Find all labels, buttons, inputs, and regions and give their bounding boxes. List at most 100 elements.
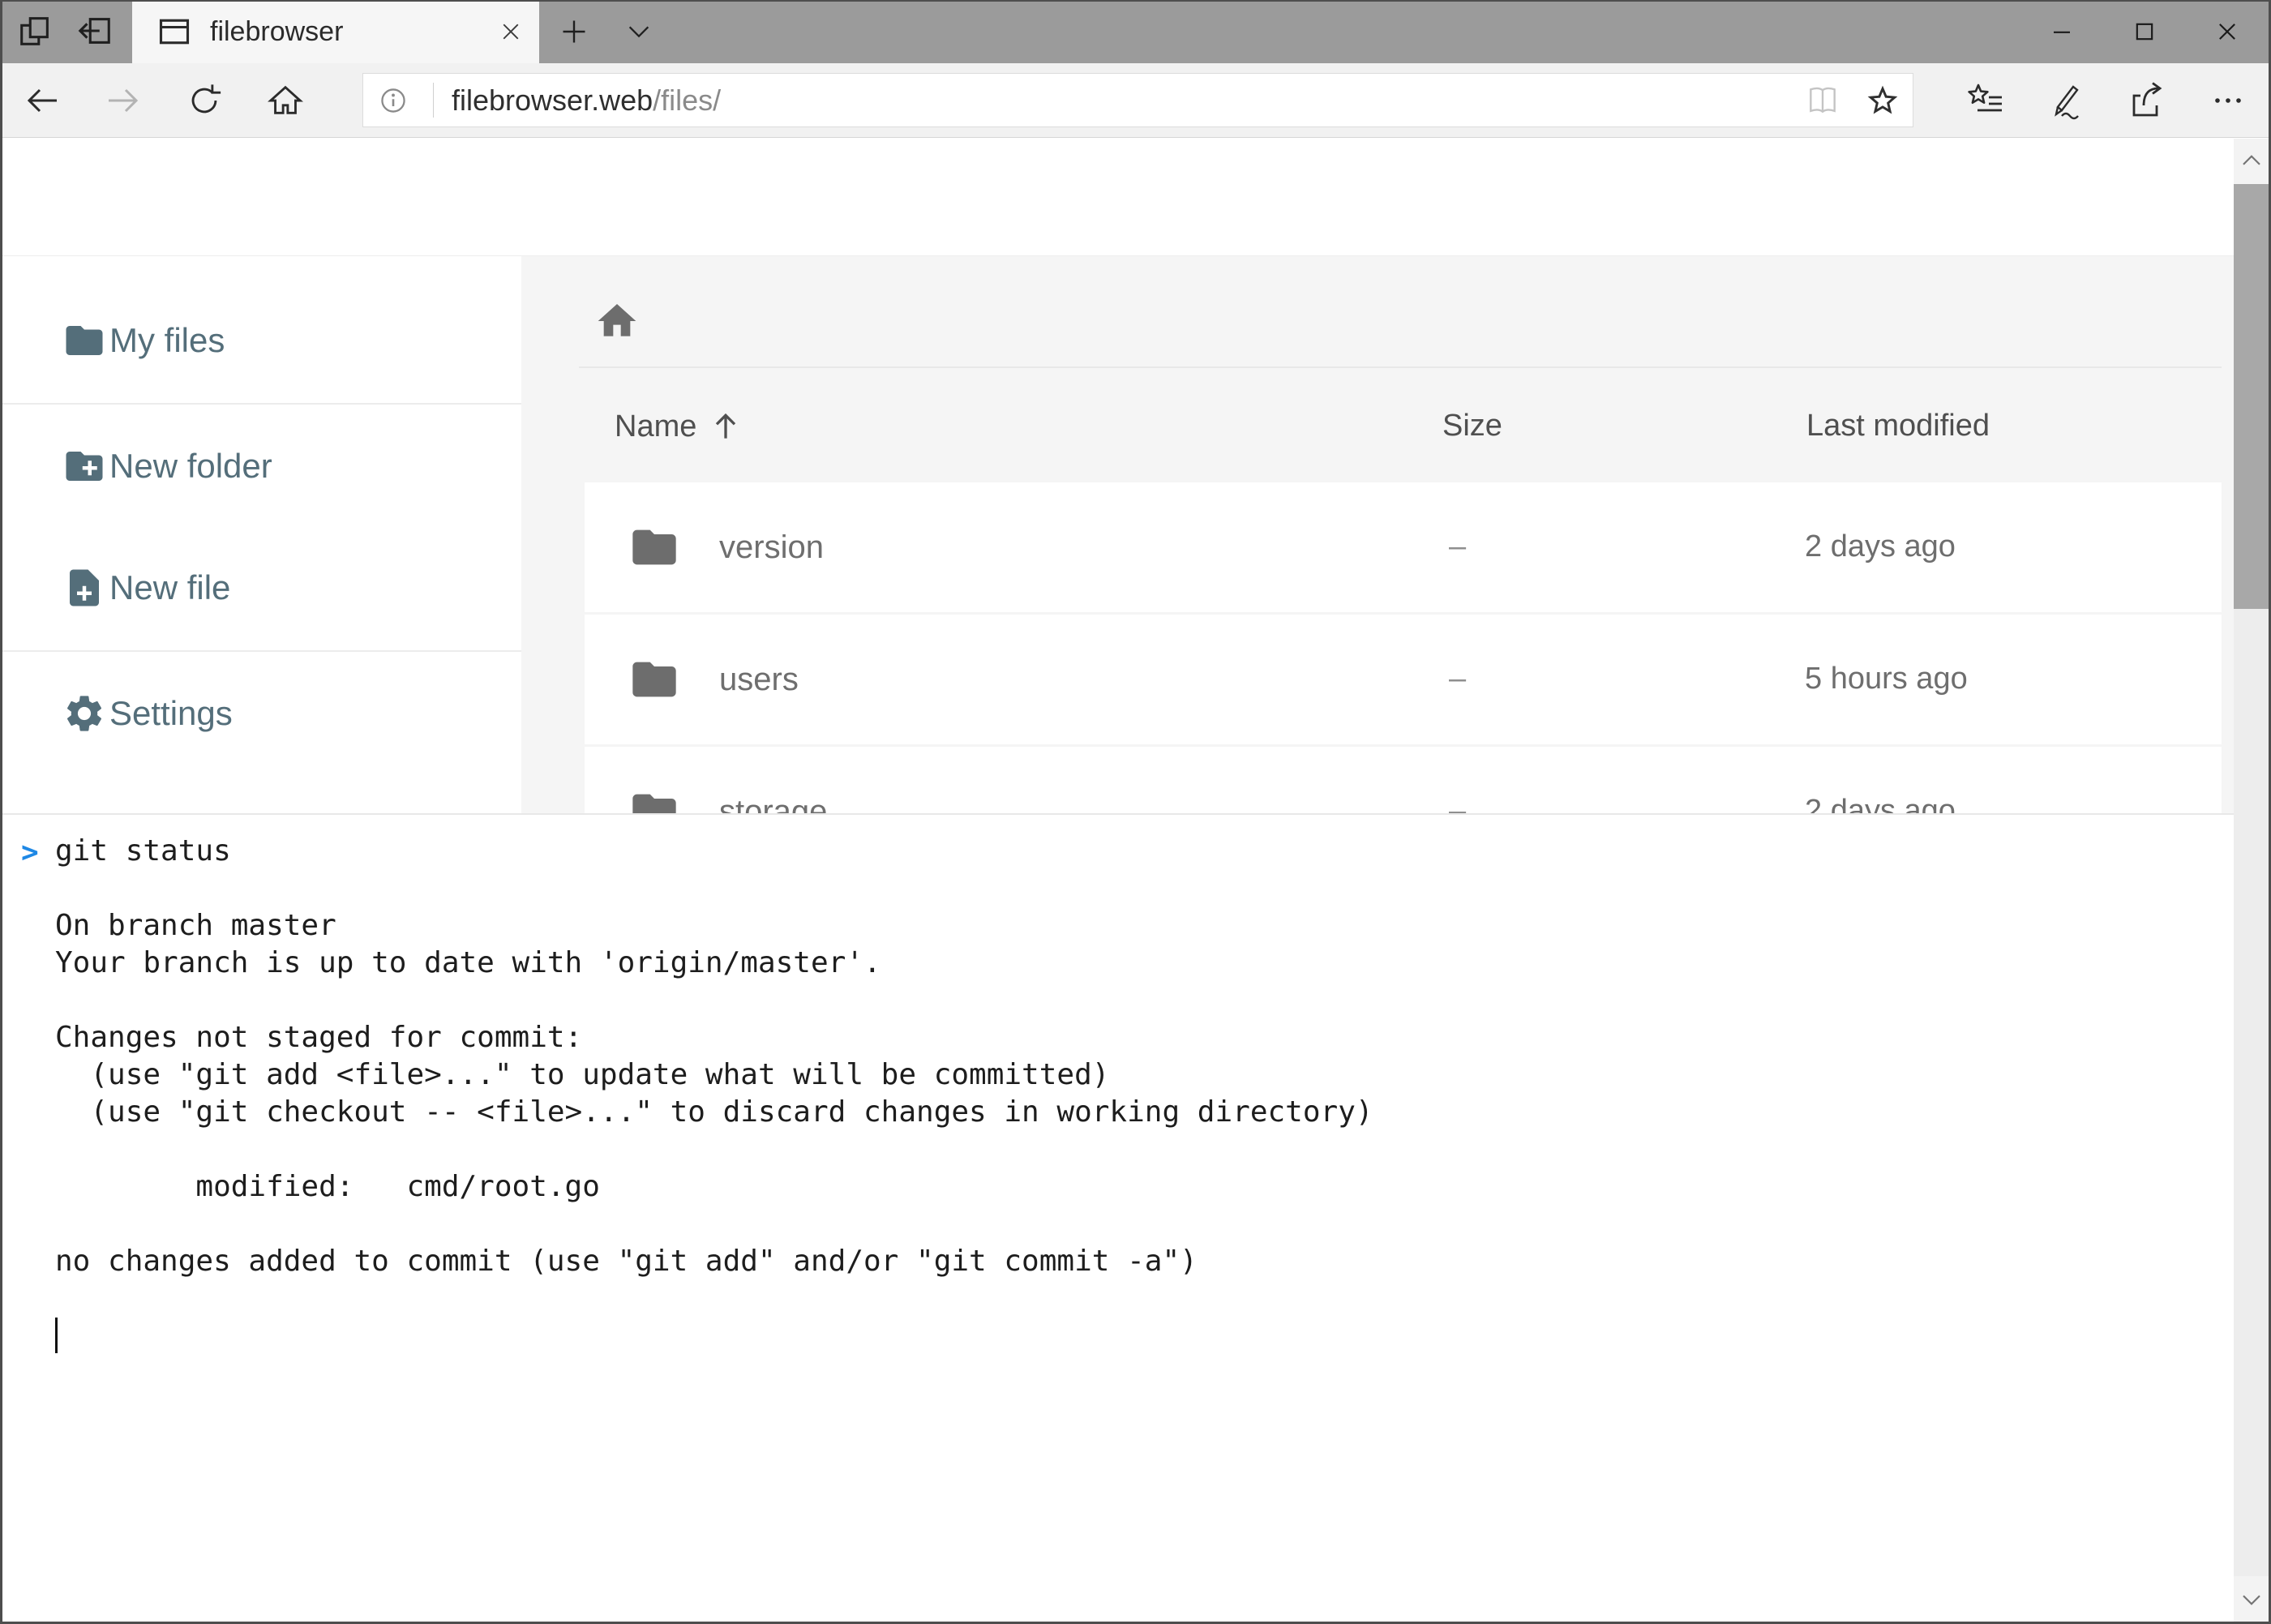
folder-icon	[62, 319, 106, 362]
file-name: version	[719, 529, 824, 566]
set-tabs-aside-button[interactable]	[8, 0, 62, 63]
titlebar: filebrowser	[0, 0, 2271, 63]
more-dots-icon	[2209, 81, 2247, 120]
listing-header: Name Size Last modified	[521, 409, 2235, 449]
column-header-size[interactable]: Size	[1442, 409, 1502, 443]
tab-preview-button[interactable]	[68, 0, 122, 63]
sidebar-item-new-folder[interactable]: New folder	[0, 405, 521, 527]
reading-view-button[interactable]	[1793, 83, 1853, 118]
sidebar-item-label: My files	[109, 321, 225, 360]
refresh-button[interactable]	[179, 75, 229, 126]
sort-ascending-arrow-icon	[708, 409, 743, 444]
more-menu-button[interactable]	[2200, 75, 2256, 126]
browser-window: filebrowser	[0, 0, 2271, 1624]
forward-arrow-icon	[104, 81, 143, 120]
web-note-button[interactable]	[2037, 75, 2093, 126]
scrollbar-thumb[interactable]	[2234, 184, 2269, 609]
home-icon	[267, 82, 304, 119]
pen-icon	[2046, 81, 2085, 120]
terminal-prompt-chevron: >	[21, 834, 39, 872]
set-tabs-aside-icon	[16, 12, 54, 52]
file-row-users[interactable]: users – 5 hours ago	[585, 615, 2222, 744]
sidebar-divider	[0, 403, 521, 405]
window-controls	[2020, 0, 2269, 63]
close-icon	[2211, 15, 2243, 48]
chevron-up-icon	[2239, 149, 2264, 174]
favorites-hub-button[interactable]	[1957, 75, 2014, 126]
tab-title: filebrowser	[210, 16, 482, 48]
folder-icon	[628, 521, 680, 573]
add-favorite-star-button[interactable]	[1853, 83, 1913, 118]
home-icon	[594, 298, 640, 344]
share-icon	[2127, 81, 2166, 120]
reading-view-book-icon	[1805, 83, 1840, 118]
star-icon	[1865, 83, 1900, 118]
terminal-line: (use "git checkout -- <file>..." to disc…	[0, 1094, 2235, 1131]
terminal-line: Your branch is up to date with 'origin/m…	[0, 945, 2235, 982]
share-button[interactable]	[2119, 75, 2175, 126]
breadcrumb-home-button[interactable]	[594, 298, 640, 344]
refresh-icon	[186, 82, 223, 119]
browser-tab[interactable]: filebrowser	[132, 0, 539, 63]
page-scrollbar[interactable]	[2234, 139, 2269, 1622]
minimize-icon	[2046, 15, 2078, 48]
terminal-panel[interactable]: > git status On branch master Your branc…	[0, 813, 2235, 1624]
file-size: –	[1449, 529, 1466, 564]
column-header-name[interactable]: Name	[615, 409, 743, 444]
sidebar-item-label: New file	[109, 568, 230, 607]
settings-gear-icon	[62, 692, 106, 735]
address-bar[interactable]: filebrowser.web/files/	[362, 73, 1913, 127]
url-text: filebrowser.web/files/	[452, 84, 721, 118]
column-name-label: Name	[615, 409, 696, 444]
new-tab-button[interactable]	[545, 0, 603, 63]
terminal-line: no changes added to commit (use "git add…	[0, 1243, 2235, 1280]
chevron-down-icon	[625, 18, 653, 45]
terminal-line	[0, 1206, 2235, 1243]
scroll-down-button[interactable]	[2234, 1576, 2269, 1622]
sidebar-item-settings[interactable]: Settings	[0, 653, 521, 774]
urlbox-divider	[433, 83, 434, 118]
chevron-down-icon	[2239, 1587, 2264, 1611]
tab-close-button[interactable]	[482, 0, 539, 63]
file-name: users	[719, 662, 799, 698]
column-header-modified[interactable]: Last modified	[1806, 409, 1990, 443]
filebrowser-header	[0, 138, 2271, 256]
terminal-line: modified: cmd/root.go	[0, 1168, 2235, 1206]
file-modified: 5 hours ago	[1805, 662, 1968, 696]
back-arrow-icon	[23, 81, 62, 120]
folder-icon	[628, 653, 680, 705]
sidebar-divider	[0, 650, 521, 652]
forward-button[interactable]	[98, 75, 148, 126]
browser-toolbar: filebrowser.web/files/	[0, 63, 2271, 138]
favorites-hub-icon	[1966, 81, 2005, 120]
site-info-icon[interactable]	[363, 84, 423, 118]
file-row-version[interactable]: version – 2 days ago	[585, 482, 2222, 612]
terminal-line	[0, 870, 2235, 907]
tab-list-dropdown-button[interactable]	[610, 0, 668, 63]
new-folder-icon	[62, 444, 106, 488]
terminal-line: (use "git add <file>..." to update what …	[0, 1056, 2235, 1094]
sidebar-item-new-file[interactable]: New file	[0, 527, 521, 649]
maximize-icon	[2128, 15, 2161, 48]
listing-divider	[579, 366, 2222, 368]
file-modified: 2 days ago	[1805, 529, 1956, 564]
plus-icon	[559, 17, 589, 46]
back-button[interactable]	[17, 75, 67, 126]
scroll-up-button[interactable]	[2234, 139, 2269, 184]
file-size: –	[1449, 662, 1466, 696]
sidebar-item-my-files[interactable]: My files	[0, 280, 521, 401]
maximize-button[interactable]	[2103, 0, 2186, 63]
sidebar-item-label: Settings	[109, 694, 233, 733]
terminal-line: Changes not staged for commit:	[0, 1019, 2235, 1056]
minimize-button[interactable]	[2020, 0, 2103, 63]
tab-favicon-icon	[156, 14, 192, 49]
new-file-icon	[62, 566, 106, 610]
terminal-line: On branch master	[0, 907, 2235, 945]
home-button[interactable]	[260, 75, 311, 126]
close-window-button[interactable]	[2186, 0, 2269, 63]
tab-preview-icon	[76, 12, 114, 52]
text-cursor	[55, 1318, 58, 1353]
url-path: /files/	[653, 84, 721, 117]
terminal-line	[0, 1131, 2235, 1168]
terminal-command: git status	[0, 833, 2235, 870]
